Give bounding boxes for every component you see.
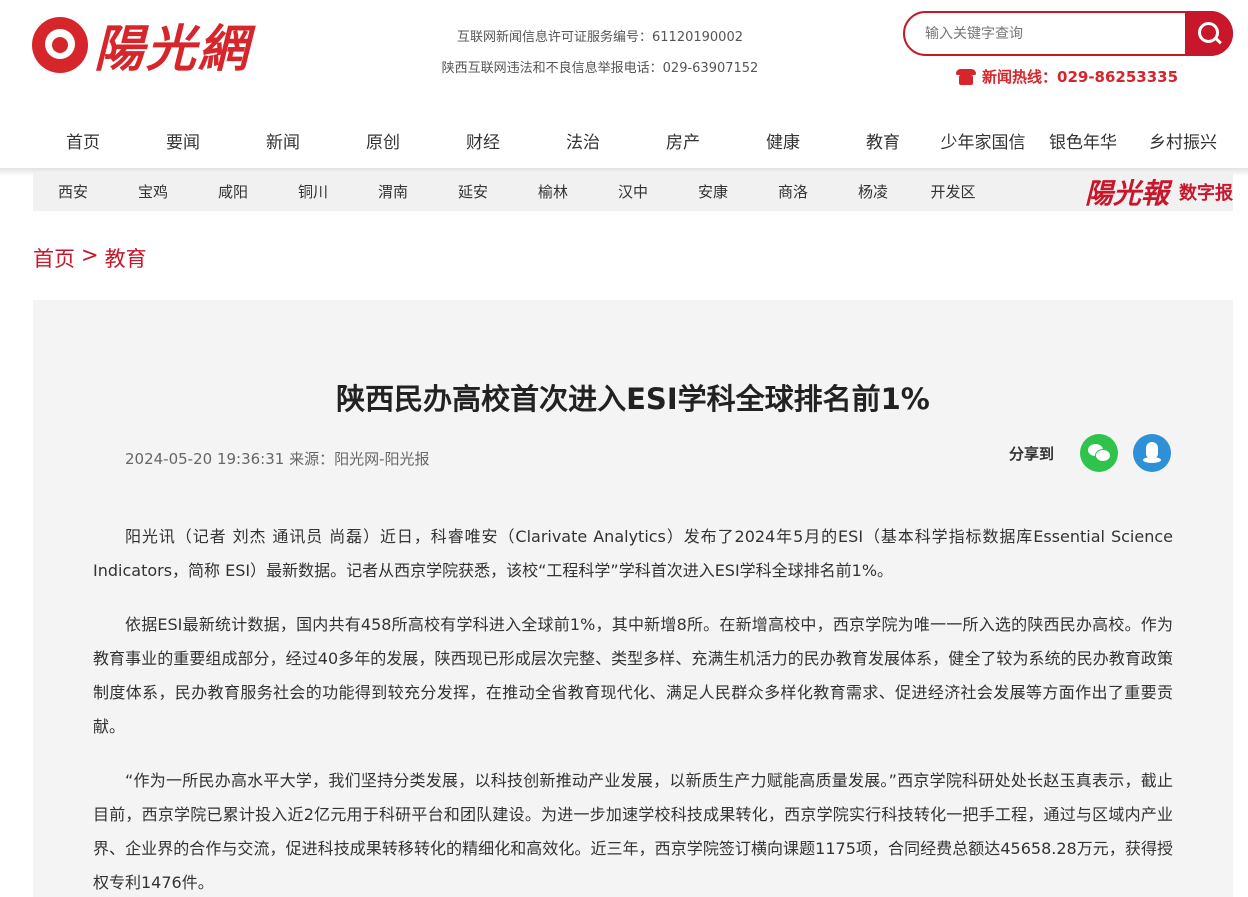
nav-item-law[interactable]: 法治 xyxy=(533,118,633,168)
region-item-devzone[interactable]: 开发区 xyxy=(913,173,993,211)
nav-item-health[interactable]: 健康 xyxy=(733,118,833,168)
article-paragraph: 依据ESI最新统计数据，国内共有458所高校有学科进入全球前1%，其中新增8所。… xyxy=(93,615,1173,736)
license-info: 互联网新闻信息许可证服务编号：61120190002 陕西互联网违法和不良信息举… xyxy=(380,22,820,84)
qq-icon[interactable] xyxy=(1133,434,1172,472)
article-body: 阳光讯（记者 刘杰 通讯员 尚磊）近日，科睿唯安（Clarivate Analy… xyxy=(93,520,1173,897)
nav-item-youth[interactable]: 少年家国信 xyxy=(933,118,1033,168)
nav-item-education[interactable]: 教育 xyxy=(833,118,933,168)
wechat-icon[interactable] xyxy=(1080,434,1119,472)
nav-item-news[interactable]: 新闻 xyxy=(233,118,333,168)
region-item-ankang[interactable]: 安康 xyxy=(673,173,753,211)
region-item-hanzhong[interactable]: 汉中 xyxy=(593,173,673,211)
share-bar: 分享到 xyxy=(1009,434,1172,472)
article-meta: 2024-05-20 19:36:31 来源：阳光网-阳光报 xyxy=(125,450,430,468)
region-item-weinan[interactable]: 渭南 xyxy=(353,173,433,211)
article-paragraph: “作为一所民办高水平大学，我们坚持分类发展，以科技创新推动产业发展，以新质生产力… xyxy=(93,771,1173,892)
article-paragraph: 阳光讯（记者 刘杰 通讯员 尚磊）近日，科睿唯安（Clarivate Analy… xyxy=(93,527,1173,580)
region-item-yangling[interactable]: 杨凌 xyxy=(833,173,913,211)
report-phone: 陕西互联网违法和不良信息举报电话：029-63907152 xyxy=(441,61,759,76)
article-title: 陕西民办高校首次进入ESI学科全球排名前1% xyxy=(336,382,930,416)
main-nav: 首页 要闻 新闻 原创 财经 法治 房产 健康 教育 少年家国信 银色年华 乡村… xyxy=(33,118,1248,168)
nav-item-original[interactable]: 原创 xyxy=(333,118,433,168)
nav-item-home[interactable]: 首页 xyxy=(33,118,133,168)
search-input[interactable] xyxy=(907,15,1183,52)
breadcrumb-separator: > xyxy=(81,243,99,267)
breadcrumb: 首页 > 教育 xyxy=(33,243,147,273)
nav-item-silver[interactable]: 银色年华 xyxy=(1033,118,1133,168)
logo-mark-icon xyxy=(32,17,88,73)
region-item-yanan[interactable]: 延安 xyxy=(433,173,513,211)
region-item-xianyang[interactable]: 咸阳 xyxy=(193,173,273,211)
region-item-baoji[interactable]: 宝鸡 xyxy=(113,173,193,211)
digital-paper-label: 数字报 xyxy=(1179,183,1233,204)
region-item-tongchuan[interactable]: 铜川 xyxy=(273,173,353,211)
breadcrumb-home[interactable]: 首页 xyxy=(33,243,75,273)
logo-text: 陽光網 xyxy=(94,19,250,78)
region-nav: 西安 宝鸡 咸阳 铜川 渭南 延安 榆林 汉中 安康 商洛 杨凌 开发区 陽光報… xyxy=(33,173,1233,211)
breadcrumb-current[interactable]: 教育 xyxy=(105,243,147,273)
region-item-yulin[interactable]: 榆林 xyxy=(513,173,593,211)
search-icon[interactable] xyxy=(1185,11,1233,56)
hotline-label: 新闻热线： xyxy=(982,68,1058,86)
nav-item-rural[interactable]: 乡村振兴 xyxy=(1133,118,1233,168)
region-item-xian[interactable]: 西安 xyxy=(33,173,113,211)
hotline-number: 029-86253335 xyxy=(1057,67,1179,86)
nav-item-headlines[interactable]: 要闻 xyxy=(133,118,233,168)
site-logo[interactable]: 陽光網 xyxy=(32,10,272,80)
share-label: 分享到 xyxy=(1009,444,1055,463)
digital-paper-link[interactable]: 陽光報 数字报 xyxy=(1085,173,1233,211)
nav-item-finance[interactable]: 财经 xyxy=(433,118,533,168)
site-header: 陽光網 互联网新闻信息许可证服务编号：61120190002 陕西互联网违法和不… xyxy=(0,0,1248,110)
phone-icon xyxy=(956,68,976,85)
nav-item-realestate[interactable]: 房产 xyxy=(633,118,733,168)
region-item-shangluo[interactable]: 商洛 xyxy=(753,173,833,211)
news-hotline: 新闻热线： 029-86253335 xyxy=(956,66,1178,87)
digital-paper-logo: 陽光報 xyxy=(1084,177,1169,210)
search-box xyxy=(903,11,1233,56)
article-container: 陕西民办高校首次进入ESI学科全球排名前1% 2024-05-20 19:36:… xyxy=(33,300,1233,897)
license-number: 互联网新闻信息许可证服务编号：61120190002 xyxy=(457,30,743,45)
